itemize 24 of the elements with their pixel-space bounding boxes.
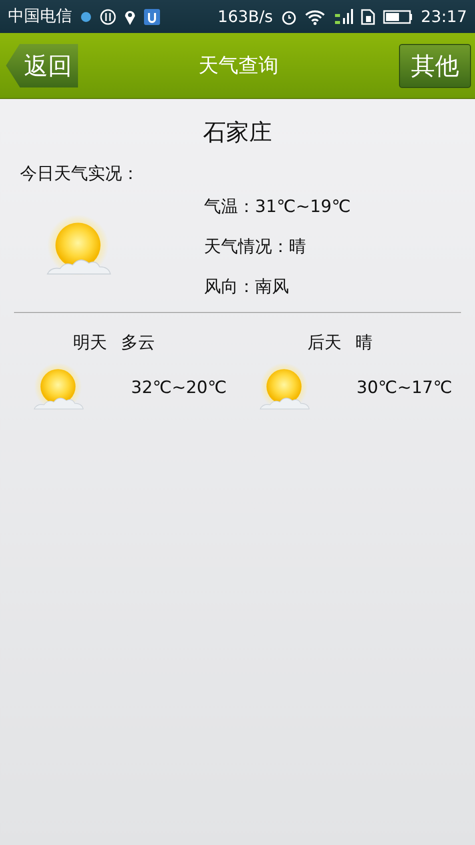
app-icon (144, 8, 160, 24)
weather-detail: 气温：31℃~19℃ (204, 196, 351, 218)
weather-detail: 天气情况：晴 (204, 236, 307, 258)
network-speed: 163B/s (218, 7, 273, 26)
clock-time: 23:17 (420, 7, 467, 26)
page-title: 天气查询 (198, 52, 278, 79)
carrier-name: 中国电信 (8, 6, 72, 27)
alarm-icon (280, 8, 297, 24)
battery-icon (382, 10, 413, 24)
other-button[interactable]: 其他 (399, 44, 471, 88)
location-icon (124, 8, 136, 24)
forecast-temperature: 32℃~20℃ (131, 378, 227, 398)
city-name: 石家庄 (202, 119, 273, 148)
wifi-icon (304, 8, 325, 24)
back-button[interactable]: 返回 (6, 44, 78, 88)
forecast-temperature: 30℃~17℃ (356, 378, 452, 398)
weather-detail: 风向：南风 (204, 276, 290, 298)
forecast-condition: 晴 (356, 332, 372, 354)
forecast-day: 后天 (308, 331, 342, 354)
sim-icon (360, 8, 375, 24)
forecast-condition: 多云 (121, 332, 155, 354)
today-label: 今日天气实况： (20, 163, 140, 185)
signal-icon (332, 8, 353, 26)
forecast-day: 明天 (73, 331, 107, 354)
